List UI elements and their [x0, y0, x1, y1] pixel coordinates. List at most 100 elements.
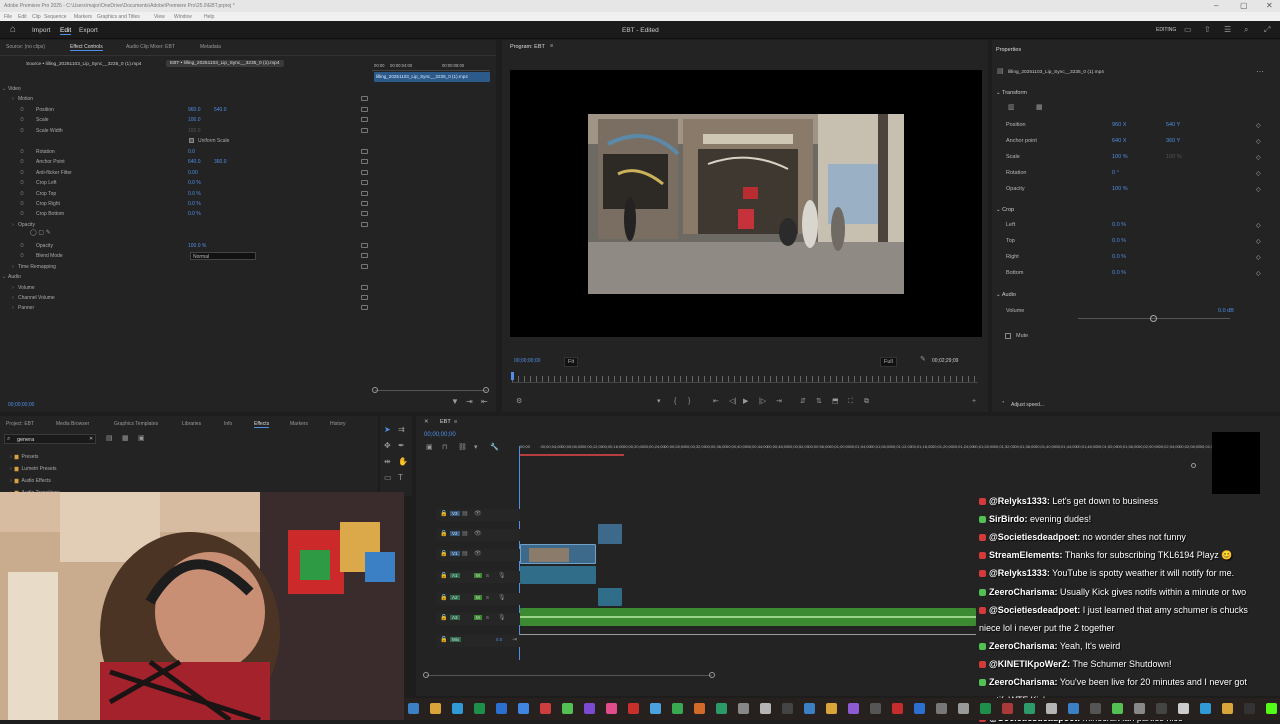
effect-row[interactable]: Uniform Scale — [0, 136, 372, 146]
keyframe-icon[interactable]: ◇ — [1256, 154, 1261, 161]
property-value-2[interactable]: 100 % — [1166, 154, 1182, 160]
video-clip-v1[interactable] — [520, 544, 596, 564]
reset-parameter-icon[interactable] — [361, 200, 368, 206]
reset-parameter-icon[interactable] — [361, 295, 368, 300]
taskbar-app-icon-20[interactable] — [848, 703, 859, 714]
effects-tree-item[interactable]: › ▆ Presets — [10, 452, 38, 462]
keyframe-icon[interactable]: ◇ — [1256, 238, 1261, 245]
blend-mode-dropdown[interactable]: Normal — [190, 252, 256, 261]
stopwatch-icon[interactable]: ⏱ — [20, 115, 24, 125]
expand-chevron-icon[interactable]: › — [12, 283, 14, 293]
reset-parameter-icon[interactable] — [361, 284, 368, 290]
go-to-in-icon[interactable]: ⇤ — [713, 398, 719, 405]
taskbar-app-icon-25[interactable] — [958, 703, 969, 714]
mix-value[interactable]: 0.0 — [496, 637, 502, 642]
panel-tab-2[interactable]: Audio Clip Mixer: EBT — [126, 44, 175, 50]
effect-value-1[interactable]: 0.00 — [188, 168, 198, 178]
reset-parameter-icon[interactable] — [361, 263, 368, 269]
expand-chevron-icon[interactable]: › — [12, 262, 14, 272]
project-tab-4[interactable]: Info — [224, 421, 232, 427]
program-scrub-bar[interactable] — [512, 376, 978, 383]
taskbar-app-icon-23[interactable] — [914, 703, 925, 714]
linked-selection-icon[interactable]: ⛓ — [458, 444, 467, 451]
eye-icon[interactable]: 👁 — [474, 530, 482, 537]
solo-button[interactable]: S — [486, 573, 489, 578]
menu-item-markers[interactable]: Markers — [74, 14, 92, 20]
taskbar-app-icon-27[interactable] — [1002, 703, 1013, 714]
more-icon[interactable]: ⋯ — [1256, 68, 1264, 76]
effect-row[interactable]: ⏱ Anti-flicker Filter 0.00 — [0, 168, 372, 178]
in-point-icon[interactable]: { — [674, 398, 676, 405]
effect-value-1[interactable]: 100.0 — [188, 126, 201, 136]
effect-row[interactable]: ⏱ Crop Left 0.0 % — [0, 178, 372, 188]
type-tool-icon[interactable]: T — [398, 474, 403, 482]
project-tab-1[interactable]: Media Browser — [56, 421, 89, 427]
fullscreen-icon[interactable]: ⤢ — [1264, 26, 1270, 34]
taskbar-app-icon-11[interactable] — [650, 703, 661, 714]
video-clip-v2[interactable] — [598, 524, 622, 544]
timeline-scroll-left[interactable] — [423, 672, 429, 678]
taskbar-app-icon-39[interactable] — [1266, 703, 1277, 714]
property-value-2[interactable]: 360 Y — [1166, 138, 1180, 144]
effect-value-1[interactable]: 0.0 — [188, 147, 195, 157]
effect-row[interactable]: ⏱ Position 960.0 540.0 — [0, 105, 372, 115]
taskbar-app-icon-4[interactable] — [496, 703, 507, 714]
settings-icon[interactable]: ⚙ — [516, 398, 522, 405]
wrench-icon[interactable]: ✎ — [920, 356, 926, 363]
panel-menu-icon[interactable]: ☰ — [1224, 26, 1231, 34]
audio-section[interactable]: ⌄ Audio — [996, 292, 1016, 298]
import-tab[interactable]: Import — [32, 27, 50, 34]
property-value-1[interactable]: 960 X — [1112, 122, 1126, 128]
taskbar-app-icon-19[interactable] — [826, 703, 837, 714]
volume-value[interactable]: 0.0 dB — [1218, 308, 1234, 314]
stopwatch-icon[interactable]: ⏱ — [20, 126, 24, 136]
reset-parameter-icon[interactable] — [361, 190, 368, 196]
step-back-icon[interactable]: ◁| — [729, 398, 736, 405]
taskbar-app-icon-17[interactable] — [782, 703, 793, 714]
effect-value-1[interactable]: 640.0 — [188, 157, 201, 167]
effect-timeline-clip[interactable]: lilling_20251103_Lip_Sync__3235_0 (1).mp… — [374, 72, 490, 82]
timeline-close-icon[interactable]: ✕ — [424, 419, 429, 425]
property-value-1[interactable]: 100 % — [1112, 154, 1128, 160]
stopwatch-icon[interactable]: ⏱ — [20, 105, 24, 115]
taskbar-app-icon-3[interactable] — [474, 703, 485, 714]
stopwatch-icon[interactable]: ⏱ — [20, 189, 24, 199]
marker-icon[interactable]: ▾ — [657, 398, 661, 405]
selection-tool-icon[interactable]: ➤ — [384, 426, 391, 434]
effect-row[interactable]: ⏱ Blend Mode Normal — [0, 251, 372, 261]
fit-dropdown[interactable]: Fit — [564, 357, 579, 367]
close-icon[interactable]: ✕ — [1266, 1, 1273, 10]
program-playhead[interactable] — [511, 372, 514, 380]
program-video-frame[interactable] — [510, 70, 982, 337]
reset-parameter-icon[interactable] — [361, 221, 368, 227]
keyframe-icon[interactable]: ◇ — [1256, 254, 1261, 261]
zoom-handle-left[interactable] — [372, 387, 378, 393]
effect-value-1[interactable]: 0.0 % — [188, 199, 201, 209]
expand-chevron-icon[interactable]: › — [10, 478, 12, 484]
effect-value-2[interactable]: 360.0 — [214, 157, 227, 167]
taskbar-app-icon-35[interactable] — [1178, 703, 1189, 714]
resolution-dropdown[interactable]: Full — [880, 357, 897, 367]
vertical-zoom-handle[interactable] — [1191, 463, 1196, 468]
properties-tab[interactable]: Properties — [996, 47, 1021, 53]
taskbar-app-icon-14[interactable] — [716, 703, 727, 714]
crop-section[interactable]: ⌄ Crop — [996, 207, 1014, 213]
source-clip-label[interactable]: Source • lilling_20251103_Lip_Sync__3235… — [26, 62, 141, 67]
timeline-timecode[interactable]: 00;00;00;00 — [424, 432, 456, 438]
track-target[interactable]: A3 — [450, 615, 460, 620]
keyframe-icon[interactable]: ◇ — [1256, 270, 1261, 277]
audio-clip-a3[interactable] — [520, 608, 976, 626]
keyframe-icon[interactable]: ◇ — [1256, 222, 1261, 229]
taskbar-app-icon-33[interactable] — [1134, 703, 1145, 714]
uniform-scale-checkbox[interactable] — [189, 138, 194, 144]
lock-icon[interactable]: 🔒 — [440, 510, 447, 517]
keyframe-icon[interactable]: ◇ — [1256, 122, 1261, 129]
taskbar-app-icon-24[interactable] — [936, 703, 947, 714]
menu-item-graphics-and-titles[interactable]: Graphics and Titles — [97, 14, 140, 20]
taskbar-app-icon-7[interactable] — [562, 703, 573, 714]
taskbar-app-icon-34[interactable] — [1156, 703, 1167, 714]
compare-icon[interactable]: ⧉ — [864, 398, 869, 405]
effect-row[interactable]: › Panner — [0, 303, 372, 313]
effect-row[interactable]: ⏱ Scale 100.0 — [0, 115, 372, 125]
keyframe-icon[interactable]: ◇ — [1256, 186, 1261, 193]
